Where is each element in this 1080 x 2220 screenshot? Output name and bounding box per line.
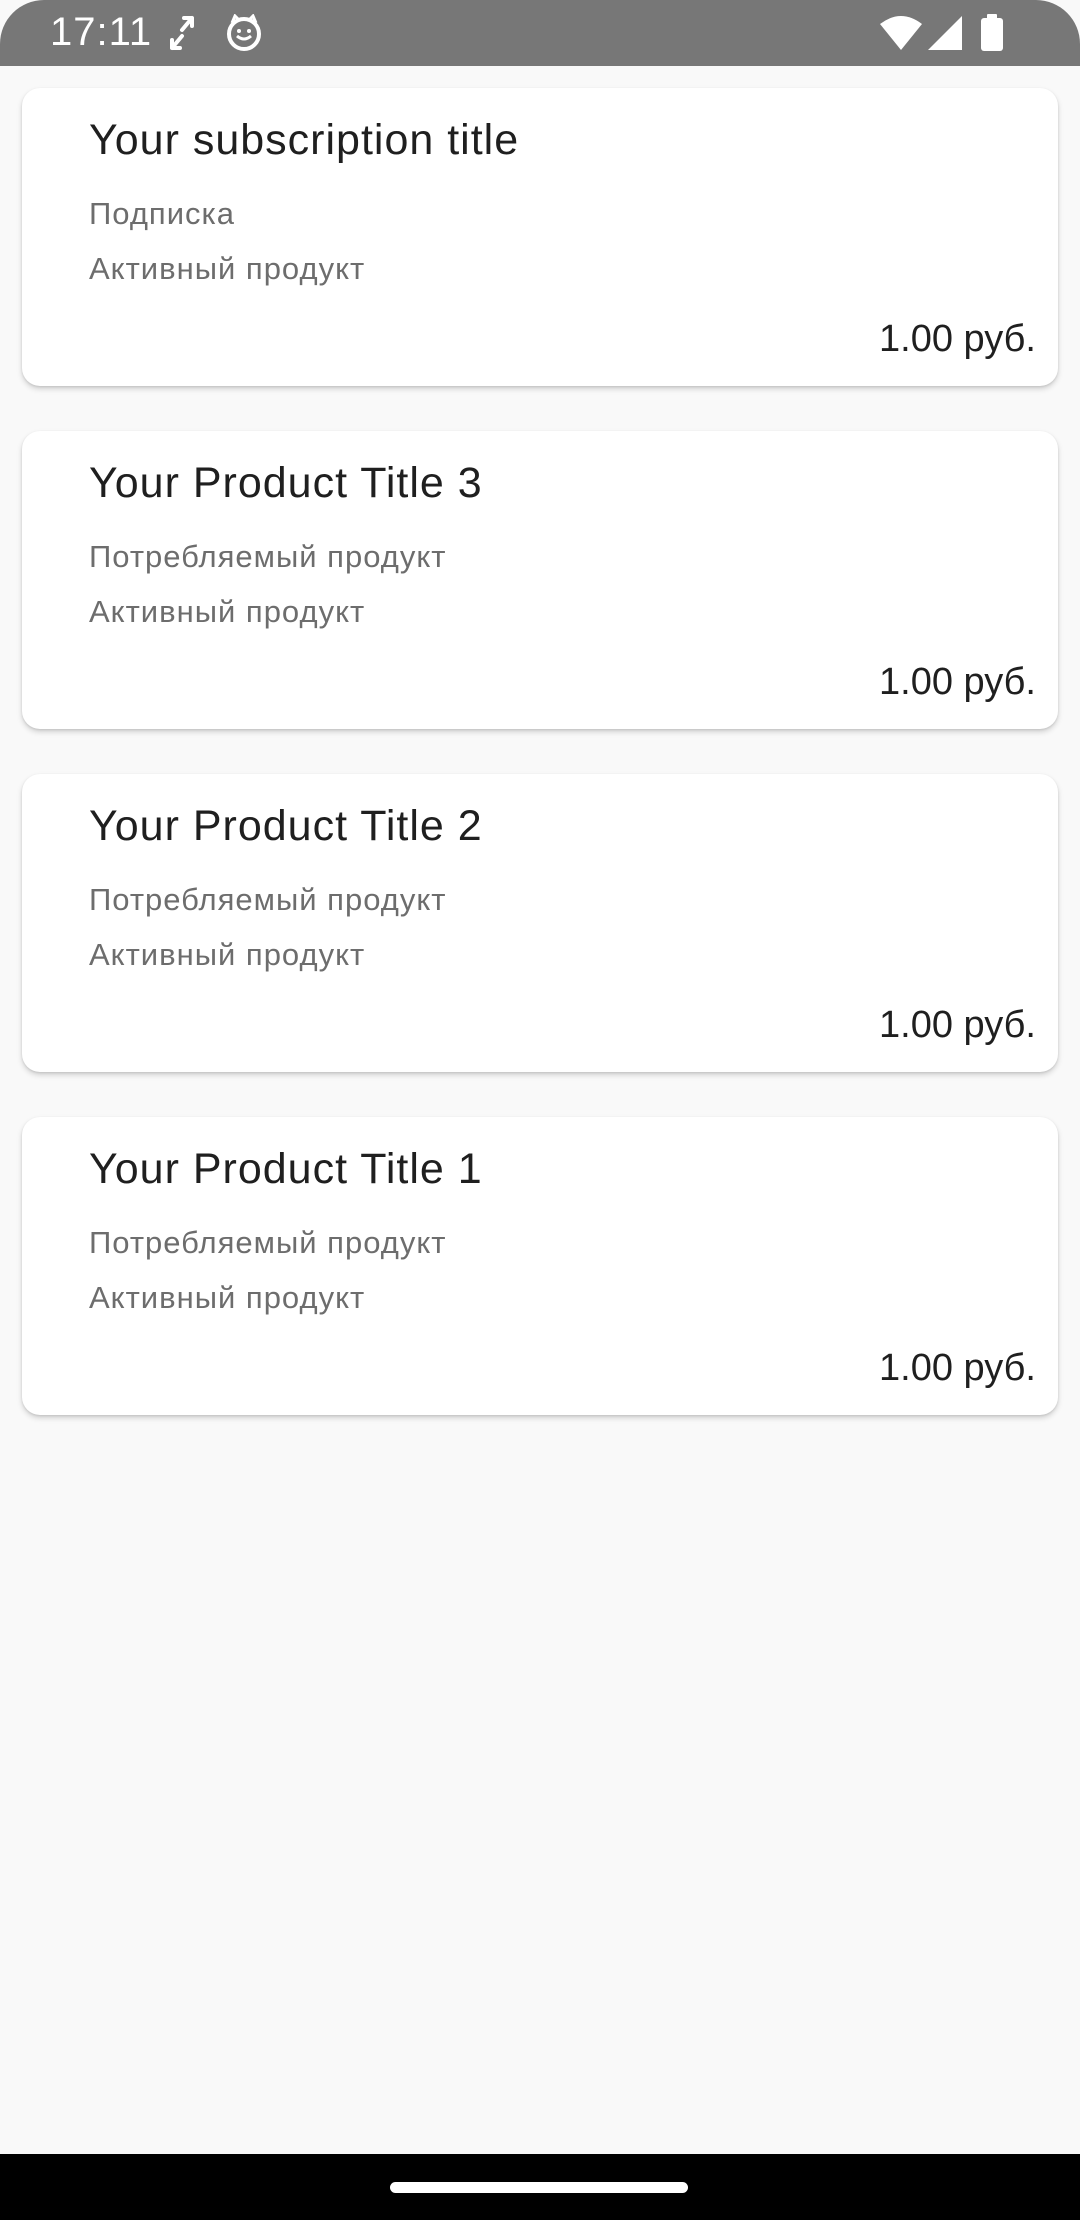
product-type: Потребляемый продукт	[89, 882, 447, 917]
product-title: Your Product Title 3	[89, 459, 483, 507]
home-gesture-handle[interactable]	[390, 2182, 688, 2193]
sync-arrows-icon	[170, 14, 194, 52]
product-price: 1.00 руб.	[879, 1004, 1036, 1046]
wifi-icon	[880, 14, 922, 52]
status-bar: 17:11	[0, 0, 1080, 66]
product-state: Активный продукт	[89, 251, 366, 286]
product-card[interactable]: Your Product Title 3 Потребляемый продук…	[22, 431, 1058, 729]
product-state: Активный продукт	[89, 937, 366, 972]
product-card[interactable]: Your Product Title 1 Потребляемый продук…	[22, 1117, 1058, 1415]
cat-face-icon	[226, 14, 262, 52]
product-title: Your Product Title 1	[89, 1145, 483, 1193]
product-card[interactable]: Your Product Title 2 Потребляемый продук…	[22, 774, 1058, 1072]
product-type: Потребляемый продукт	[89, 539, 447, 574]
product-type: Потребляемый продукт	[89, 1225, 447, 1260]
product-state: Активный продукт	[89, 594, 366, 629]
product-title: Your subscription title	[89, 116, 520, 164]
product-price: 1.00 руб.	[879, 661, 1036, 703]
product-price: 1.00 руб.	[879, 1347, 1036, 1389]
signal-icon	[928, 14, 962, 52]
product-card[interactable]: Your subscription title Подписка Активны…	[22, 88, 1058, 386]
product-state: Активный продукт	[89, 1280, 366, 1315]
product-type: Подписка	[89, 196, 236, 231]
battery-icon	[980, 14, 1004, 52]
status-time: 17:11	[50, 10, 153, 54]
product-title: Your Product Title 2	[89, 802, 483, 850]
navigation-bar	[0, 2154, 1080, 2220]
product-price: 1.00 руб.	[879, 318, 1036, 360]
